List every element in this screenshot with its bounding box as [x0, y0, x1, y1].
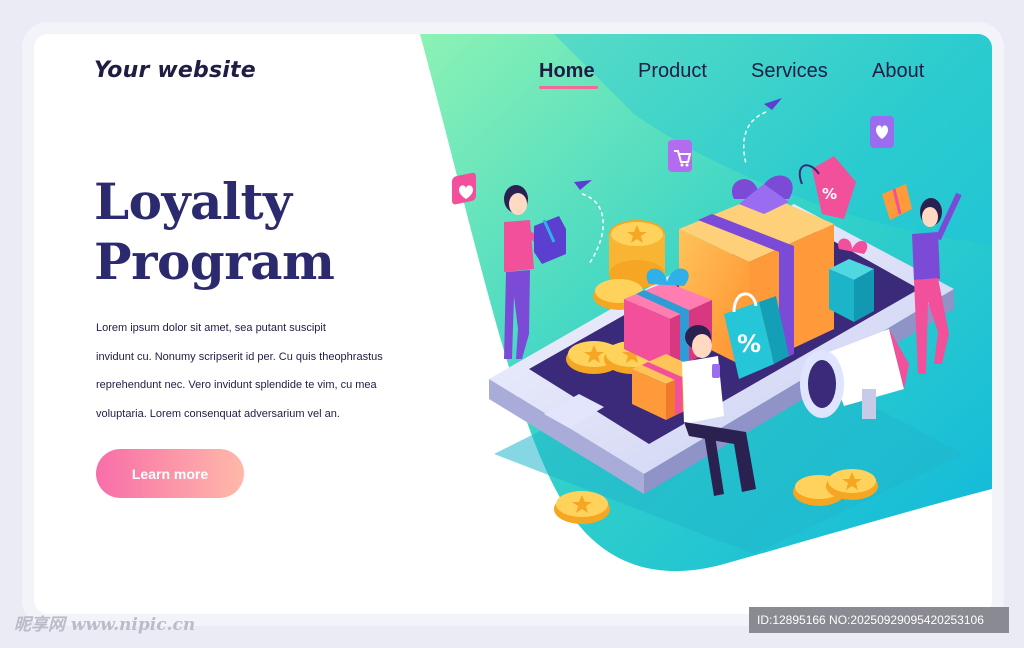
- coin-bottom-left: [554, 491, 610, 524]
- description-line-1: Lorem ipsum dolor sit amet, sea putant s…: [96, 322, 326, 334]
- learn-more-button[interactable]: Learn more: [96, 449, 244, 498]
- watermark-left: 昵享网 www.nipic.cn: [14, 615, 196, 635]
- landing-card: % % Your website Home Product Services A…: [34, 34, 992, 614]
- nav-about[interactable]: About: [872, 60, 952, 89]
- nav-product[interactable]: Product: [638, 60, 751, 89]
- bag-percent-text: %: [737, 330, 761, 358]
- title-line-1: Loyalty: [94, 172, 292, 231]
- heart-badge-left-icon: [452, 172, 476, 205]
- cart-badge-icon: [668, 140, 692, 172]
- watermark-right: ID:12895166 NO:20250929095420253106: [749, 607, 1009, 633]
- description-line-3: reprehendunt nec. Vero invidunt splendid…: [96, 379, 377, 391]
- heart-badge-right-icon: [870, 116, 894, 148]
- nav-services[interactable]: Services: [751, 60, 872, 89]
- main-nav: Home Product Services About: [539, 60, 952, 89]
- description-line-2: invidunt cu. Nonumy scripserit id per. C…: [96, 350, 383, 363]
- description-line-4: voluptaria. Lorem consenquat adversarium…: [96, 407, 340, 420]
- title-line-2: Program: [94, 232, 335, 291]
- tag-percent-text: %: [822, 185, 837, 203]
- nav-home[interactable]: Home: [539, 60, 638, 89]
- page-title: Loyalty Program: [94, 172, 335, 292]
- hero-description: Lorem ipsum dolor sit amet, sea putant s…: [96, 314, 396, 428]
- site-logo[interactable]: Your website: [94, 58, 256, 83]
